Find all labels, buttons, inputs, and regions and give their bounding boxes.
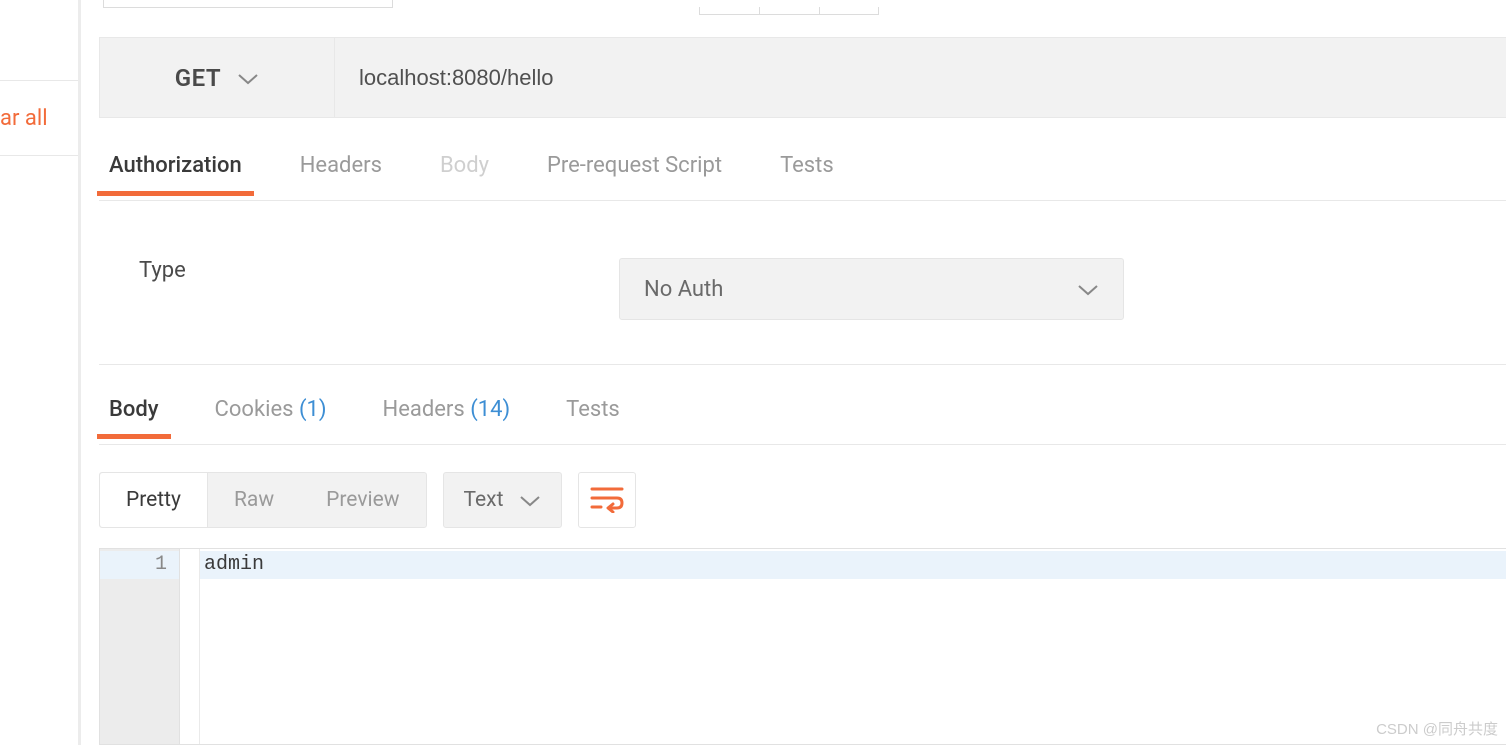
response-tab-cookies[interactable]: Cookies (1)	[215, 397, 327, 436]
chevron-down-icon	[237, 71, 259, 85]
line-number-gutter: 1	[100, 549, 180, 744]
clear-all-link[interactable]: ar all	[0, 106, 48, 131]
auth-type-label: Type	[139, 258, 619, 283]
view-mode-group: Pretty Raw Preview	[99, 472, 427, 528]
response-tab-body[interactable]: Body	[109, 397, 159, 436]
chevron-down-icon	[1077, 282, 1099, 296]
divider	[0, 80, 78, 81]
authorization-section: Type No Auth	[99, 240, 1506, 365]
response-body-viewer: 1 admin	[99, 548, 1506, 745]
auth-type-dropdown[interactable]: No Auth	[619, 258, 1124, 320]
response-tab-tests[interactable]: Tests	[566, 397, 620, 436]
auth-type-value: No Auth	[644, 277, 723, 302]
gutter-spacer	[180, 549, 200, 744]
headers-count: (14)	[470, 397, 510, 422]
tab-tests[interactable]: Tests	[780, 153, 834, 193]
response-tabs: Body Cookies (1) Headers (14) Tests	[99, 388, 1506, 445]
http-method-label: GET	[175, 64, 221, 92]
divider	[0, 155, 78, 156]
tab-headers[interactable]: Headers	[300, 153, 382, 193]
tab-authorization[interactable]: Authorization	[109, 153, 242, 193]
wrap-icon	[589, 483, 625, 517]
chevron-down-icon	[519, 493, 541, 507]
response-code-area[interactable]: admin	[200, 549, 1506, 744]
sidebar-fragment: ar all	[0, 0, 78, 745]
tab-fragment	[103, 0, 393, 8]
view-raw-button[interactable]: Raw	[208, 473, 300, 527]
request-url-input[interactable]	[335, 38, 1506, 117]
line-number: 1	[100, 551, 179, 579]
request-tabs: Authorization Headers Body Pre-request S…	[99, 145, 1506, 201]
http-method-selector[interactable]: GET	[100, 38, 335, 117]
tab-prerequest-script[interactable]: Pre-request Script	[547, 153, 722, 193]
tab-fragment	[699, 0, 894, 8]
response-body-toolbar: Pretty Raw Preview Text	[99, 470, 1506, 530]
code-line: admin	[200, 551, 1506, 579]
response-tab-cookies-label: Cookies	[215, 397, 294, 422]
main-panel: GET Authorization Headers Body Pre-reque…	[81, 0, 1506, 745]
format-value: Text	[464, 488, 504, 512]
response-tab-headers-label: Headers	[383, 397, 465, 422]
response-tab-headers[interactable]: Headers (14)	[383, 397, 511, 436]
view-preview-button[interactable]: Preview	[300, 473, 425, 527]
format-dropdown[interactable]: Text	[443, 472, 563, 528]
request-bar: GET	[99, 37, 1506, 118]
cookies-count: (1)	[299, 397, 327, 422]
tab-body[interactable]: Body	[440, 153, 489, 193]
wrap-lines-button[interactable]	[578, 472, 636, 528]
view-pretty-button[interactable]: Pretty	[100, 473, 208, 527]
watermark: CSDN @同舟共度	[1376, 718, 1498, 739]
